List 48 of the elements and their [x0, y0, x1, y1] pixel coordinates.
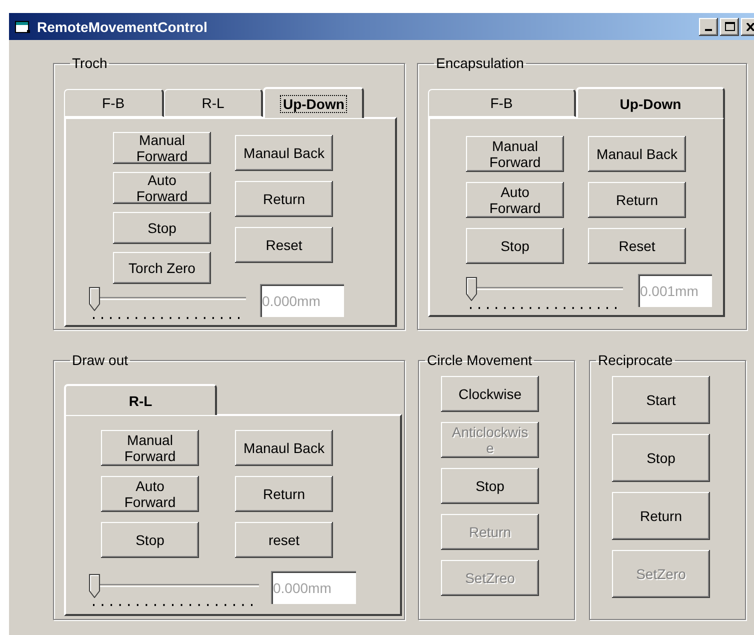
push-button[interactable]: Stop — [113, 212, 211, 244]
tab[interactable]: R-L — [64, 384, 217, 415]
push-button[interactable]: Manual Forward — [466, 136, 564, 172]
push-button[interactable]: Return — [235, 181, 333, 217]
push-button[interactable]: Reset — [588, 228, 686, 264]
push-button[interactable]: Manual Forward — [101, 430, 199, 466]
push-button[interactable]: Stop — [612, 434, 710, 482]
push-button[interactable]: Auto Forward — [101, 476, 199, 512]
close-icon — [746, 22, 754, 30]
push-button[interactable]: Stop — [101, 522, 199, 558]
push-button[interactable]: Reset — [235, 227, 333, 263]
group-label: Encapsulation — [435, 55, 525, 71]
push-button[interactable]: Stop — [441, 468, 539, 504]
group-label: Reciprocate — [597, 352, 674, 368]
push-button[interactable]: Torch Zero — [113, 252, 211, 284]
slider-thumb[interactable] — [466, 277, 477, 301]
group-label: Troch — [71, 55, 108, 71]
push-button[interactable]: Auto Forward — [466, 182, 564, 218]
push-button[interactable]: Auto Forward — [113, 172, 211, 204]
group-label: Circle Movement — [426, 352, 534, 368]
tab[interactable]: R-L — [164, 89, 264, 117]
slider[interactable] — [89, 284, 246, 322]
push-button[interactable]: Return — [588, 182, 686, 218]
slider[interactable] — [89, 571, 259, 609]
push-button[interactable]: Return — [235, 476, 333, 512]
slider-thumb[interactable] — [89, 287, 100, 311]
minimize-button[interactable] — [699, 18, 718, 36]
push-button[interactable]: Manaul Back — [588, 136, 686, 172]
tab[interactable]: F-B — [428, 89, 576, 117]
slider[interactable] — [466, 274, 623, 312]
push-button[interactable]: reset — [235, 522, 333, 558]
tab[interactable]: Up-Down — [263, 87, 364, 118]
window-title: RemoteMovementControl — [37, 18, 208, 34]
push-button[interactable]: Clockwise — [441, 376, 539, 412]
maximize-button[interactable] — [720, 18, 739, 36]
group-label: Draw out — [71, 352, 130, 368]
push-button[interactable]: Manual Forward — [113, 132, 211, 164]
tab[interactable]: Up-Down — [576, 87, 725, 118]
push-button[interactable]: Return — [612, 492, 710, 540]
maximize-icon — [724, 22, 734, 31]
app-icon — [15, 20, 31, 34]
tab[interactable]: F-B — [64, 89, 164, 117]
push-button[interactable]: Start — [612, 376, 710, 424]
push-button[interactable]: Stop — [466, 228, 564, 264]
push-button[interactable]: Manaul Back — [235, 430, 333, 466]
push-button[interactable]: Manaul Back — [235, 135, 333, 171]
minimize-icon — [705, 28, 712, 30]
slider-thumb[interactable] — [89, 574, 100, 598]
